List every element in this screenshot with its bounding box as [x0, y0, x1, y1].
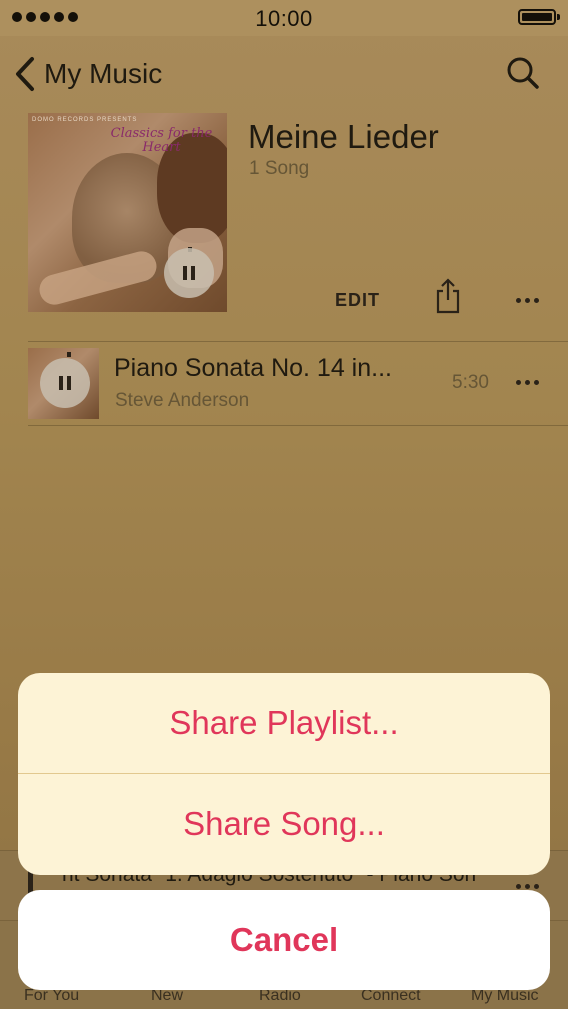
back-label: My Music: [44, 58, 163, 89]
cover-title-text: Classics for the Heart: [110, 126, 213, 155]
chevron-left-icon: [16, 57, 34, 91]
cancel-button[interactable]: Cancel: [18, 890, 550, 990]
navigation-bar: My Music: [0, 36, 568, 112]
pause-button[interactable]: [164, 248, 214, 298]
pause-icon: [59, 376, 63, 390]
playlist-title: Meine Lieder: [248, 118, 439, 155]
song-pause-button[interactable]: [40, 358, 90, 408]
pause-icon: [183, 266, 187, 280]
action-sheet: Share Playlist... Share Song...: [18, 673, 550, 875]
playlist-cover-art[interactable]: DOMO RECORDS PRESENTS Classics for the H…: [28, 113, 227, 312]
search-icon[interactable]: [506, 56, 540, 90]
back-button[interactable]: My Music: [14, 56, 162, 92]
share-icon[interactable]: [434, 278, 462, 314]
battery-icon: [518, 9, 560, 25]
status-time: 10:00: [255, 6, 313, 31]
share-song-button[interactable]: Share Song...: [18, 774, 550, 874]
divider: [28, 425, 568, 426]
status-bar: 10:00: [0, 0, 568, 36]
playlist-song-count: 1 Song: [249, 158, 310, 179]
song-more-icon[interactable]: [516, 380, 539, 385]
playlist-more-icon[interactable]: [516, 298, 539, 303]
edit-button[interactable]: EDIT: [335, 290, 380, 311]
song-title[interactable]: Piano Sonata No. 14 in...: [114, 354, 392, 383]
song-artist: Steve Anderson: [115, 390, 250, 411]
divider: [28, 341, 568, 342]
song-artwork[interactable]: [28, 348, 99, 419]
mini-player-more-icon[interactable]: [516, 884, 539, 889]
song-duration: 5:30: [452, 372, 489, 393]
share-playlist-button[interactable]: Share Playlist...: [18, 673, 550, 773]
cover-brand-text: DOMO RECORDS PRESENTS: [32, 117, 138, 123]
